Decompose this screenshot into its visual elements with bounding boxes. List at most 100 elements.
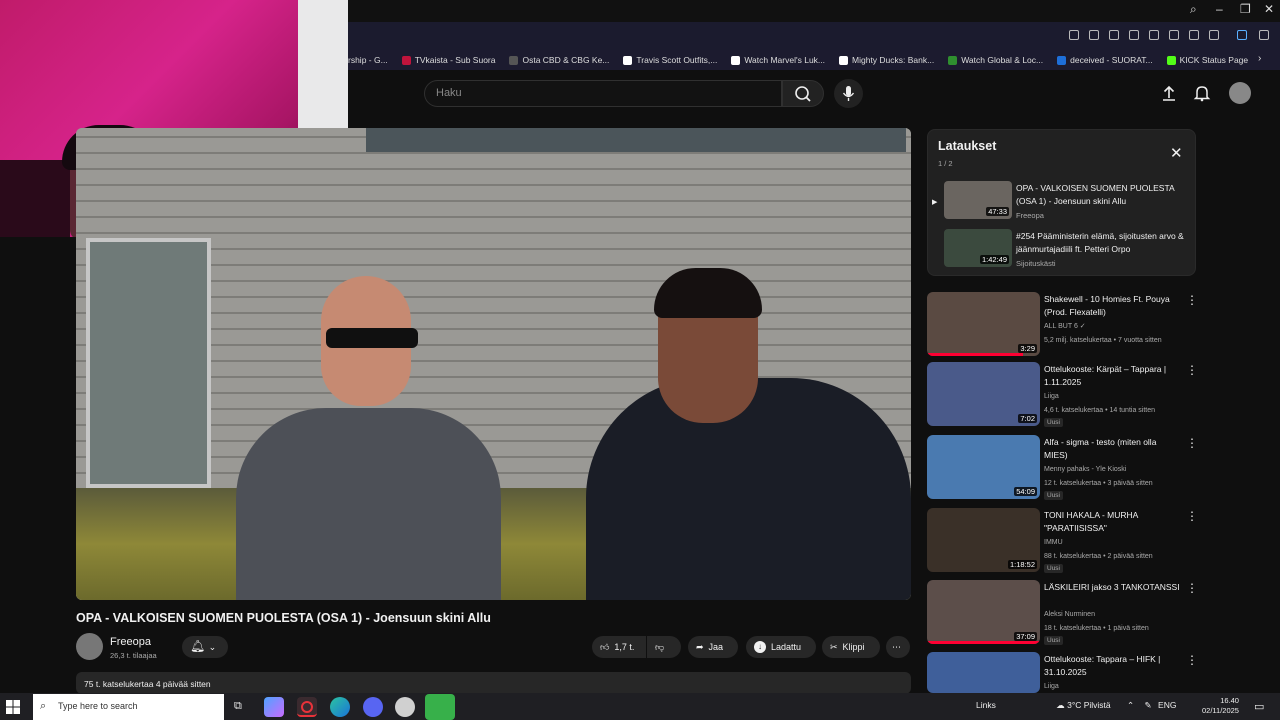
weather-widget[interactable]: 3°C Pilvistä bbox=[1067, 700, 1111, 710]
app-icon[interactable] bbox=[395, 697, 415, 717]
recommendation-channel[interactable]: Menny pahaks - Yle Kioski bbox=[1044, 463, 1126, 476]
language-indicator[interactable]: ENG bbox=[1158, 700, 1176, 710]
taskbar-search-input[interactable]: Type here to search bbox=[33, 694, 224, 720]
screenshot-icon[interactable] bbox=[1069, 30, 1079, 40]
task-view-icon[interactable]: ⧉ bbox=[234, 700, 242, 713]
clock[interactable]: 16.40 02/11/2025 bbox=[1202, 696, 1239, 716]
bookmark-label: Osta CBD & CBG Ke... bbox=[522, 55, 610, 65]
recommendation-channel[interactable]: Liiga bbox=[1044, 680, 1059, 693]
downloaded-icon: ↓ bbox=[754, 641, 766, 653]
bookmark-label: Watch Marvel's Luk... bbox=[744, 55, 826, 65]
download-title[interactable]: OPA - VALKOISEN SUOMEN PUOLESTA (OSA 1) … bbox=[1016, 182, 1186, 208]
bookmark-item[interactable]: Osta CBD & CBG Ke... bbox=[509, 55, 609, 65]
bookmark-item[interactable]: Travis Scott Outfits,... bbox=[623, 55, 717, 65]
links-toolbar[interactable]: Links bbox=[976, 700, 996, 710]
chevron-up-icon[interactable]: ⌃ bbox=[1127, 700, 1134, 710]
bookmark-item[interactable]: Mighty Ducks: Bank... bbox=[839, 55, 934, 65]
recommendation-thumbnail[interactable] bbox=[927, 652, 1040, 693]
play-icon[interactable] bbox=[1129, 30, 1139, 40]
notification-center-icon[interactable]: ▭ bbox=[1254, 700, 1264, 713]
close-window-icon[interactable]: ✕ bbox=[1264, 2, 1274, 16]
bookmark-item[interactable]: deceived - SUORAT... bbox=[1057, 55, 1153, 65]
search-input[interactable]: Haku bbox=[424, 80, 782, 107]
recommendation-title[interactable]: Ottelukooste: Tappara – HIFK | 31.10.202… bbox=[1044, 653, 1180, 679]
channel-name[interactable]: Freeopa bbox=[110, 636, 151, 648]
description-box[interactable]: 75 t. katselukertaa 4 päivää sitten bbox=[76, 672, 911, 694]
recommendation-thumbnail[interactable]: 54:09 bbox=[927, 435, 1040, 499]
dislike-button[interactable]: 👎︎ bbox=[647, 636, 681, 658]
bookmark-label: Travis Scott Outfits,... bbox=[636, 55, 718, 65]
close-icon[interactable]: ✕ bbox=[1170, 144, 1183, 162]
recommendation-channel[interactable]: ALL BUT 6 ✓ bbox=[1044, 320, 1086, 333]
edge-app-icon[interactable] bbox=[330, 697, 350, 717]
download-icon[interactable] bbox=[1169, 30, 1179, 40]
discord-app-icon[interactable] bbox=[363, 697, 383, 717]
pen-icon[interactable]: ✎ bbox=[1145, 700, 1152, 710]
video-player[interactable] bbox=[76, 128, 911, 600]
recommendation-thumbnail[interactable]: 3:29 bbox=[927, 292, 1040, 356]
bookmark-item[interactable]: rship - G... bbox=[348, 55, 388, 65]
search-button[interactable] bbox=[782, 80, 824, 107]
restore-icon[interactable]: ❐ bbox=[1240, 2, 1251, 16]
recommendation-meta: 88 t. katselukertaa • 2 päivää sitten bbox=[1044, 553, 1153, 560]
extension-icon[interactable] bbox=[1237, 30, 1247, 40]
cube-icon[interactable] bbox=[1259, 30, 1269, 40]
recommendation-thumbnail[interactable]: 7:02 bbox=[927, 362, 1040, 426]
minimize-icon[interactable]: – bbox=[1216, 2, 1223, 16]
recommendation-channel[interactable]: Aleksi Nurminen bbox=[1044, 608, 1095, 621]
recommendation-thumbnail[interactable]: 1:18:52 bbox=[927, 508, 1040, 572]
recommendation-title[interactable]: LÄSKILEIRI jakso 3 TANKOTANSSI bbox=[1044, 581, 1180, 594]
voice-search-button[interactable] bbox=[834, 79, 863, 108]
subscription-bell-button[interactable]: 🔔︎ ⌄ bbox=[182, 636, 228, 658]
copilot-app-icon[interactable] bbox=[264, 697, 284, 717]
more-vert-icon[interactable]: ⋮ bbox=[1186, 363, 1198, 377]
account-avatar[interactable] bbox=[1229, 82, 1251, 104]
lock-icon[interactable] bbox=[1209, 30, 1219, 40]
downloads-count: 1 / 2 bbox=[938, 159, 953, 168]
recommendation-title[interactable]: TONI HAKALA - MURHA "PARATIISISSA" bbox=[1044, 509, 1180, 535]
bookmark-item[interactable]: KICK Status Page bbox=[1166, 55, 1248, 65]
more-actions-button[interactable]: ⋯ bbox=[886, 636, 910, 658]
opera-app-icon[interactable] bbox=[297, 697, 317, 717]
watch-progress-bar bbox=[927, 353, 1024, 356]
more-vert-icon[interactable]: ⋮ bbox=[1186, 293, 1198, 307]
menu-icon[interactable] bbox=[1189, 30, 1199, 40]
upload-icon[interactable] bbox=[1160, 84, 1178, 102]
chevron-right-icon[interactable]: › bbox=[1258, 53, 1261, 64]
more-icon: ⋯ bbox=[892, 641, 901, 652]
android-app-icon[interactable] bbox=[425, 694, 455, 720]
bookmark-item[interactable]: Watch Marvel's Luk... bbox=[731, 55, 825, 65]
recommendation-meta: 5,2 milj. katselukertaa • 7 vuotta sitte… bbox=[1044, 337, 1162, 344]
camera-icon[interactable] bbox=[1089, 30, 1099, 40]
recommendation-channel[interactable]: Liiga bbox=[1044, 390, 1059, 403]
download-title[interactable]: #254 Pääministerin elämä, sijoitusten ar… bbox=[1016, 230, 1186, 256]
clip-button[interactable]: ✂ Klippi bbox=[822, 636, 880, 658]
heart-icon[interactable] bbox=[1149, 30, 1159, 40]
bookmark-item[interactable]: Watch Global & Loc... bbox=[948, 55, 1043, 65]
like-button[interactable]: 👍︎ 1,7 t. bbox=[592, 636, 646, 658]
duration-badge: 47:33 bbox=[986, 207, 1009, 216]
recommendation-title[interactable]: Shakewell - 10 Homies Ft. Pouya (Prod. F… bbox=[1044, 293, 1180, 319]
search-icon[interactable]: ⌕ bbox=[1190, 2, 1197, 17]
recommendation-channel[interactable]: IMMU bbox=[1044, 536, 1063, 549]
recommendation-title[interactable]: Alfa - sigma - testo (miten olla MIES) bbox=[1044, 436, 1180, 462]
cloud-icon: ☁ bbox=[1056, 700, 1065, 710]
more-vert-icon[interactable]: ⋮ bbox=[1186, 509, 1198, 523]
download-thumbnail[interactable]: 1:42:49 bbox=[944, 229, 1012, 267]
recommendation-title[interactable]: Ottelukooste: Kärpät – Tappara | 1.11.20… bbox=[1044, 363, 1180, 389]
channel-avatar[interactable] bbox=[76, 633, 103, 660]
duration-badge: 1:42:49 bbox=[979, 255, 1009, 264]
more-vert-icon[interactable]: ⋮ bbox=[1186, 581, 1198, 595]
more-vert-icon[interactable]: ⋮ bbox=[1186, 436, 1198, 450]
bookmark-item[interactable]: TVkaista - Sub Suora bbox=[401, 55, 495, 65]
more-vert-icon[interactable]: ⋮ bbox=[1186, 653, 1198, 667]
shield-icon[interactable] bbox=[1109, 30, 1119, 40]
clock-time: 16.40 bbox=[1220, 696, 1239, 705]
download-thumbnail[interactable]: 47:33 bbox=[944, 181, 1012, 219]
share-button[interactable]: ➦ Jaa bbox=[688, 636, 738, 658]
download-button[interactable]: ↓ Ladattu bbox=[746, 636, 816, 658]
new-badge: Uusi bbox=[1044, 564, 1064, 573]
windows-start-icon[interactable] bbox=[6, 700, 20, 714]
notifications-icon[interactable] bbox=[1193, 84, 1211, 102]
recommendation-thumbnail[interactable]: 37:09 bbox=[927, 580, 1040, 644]
